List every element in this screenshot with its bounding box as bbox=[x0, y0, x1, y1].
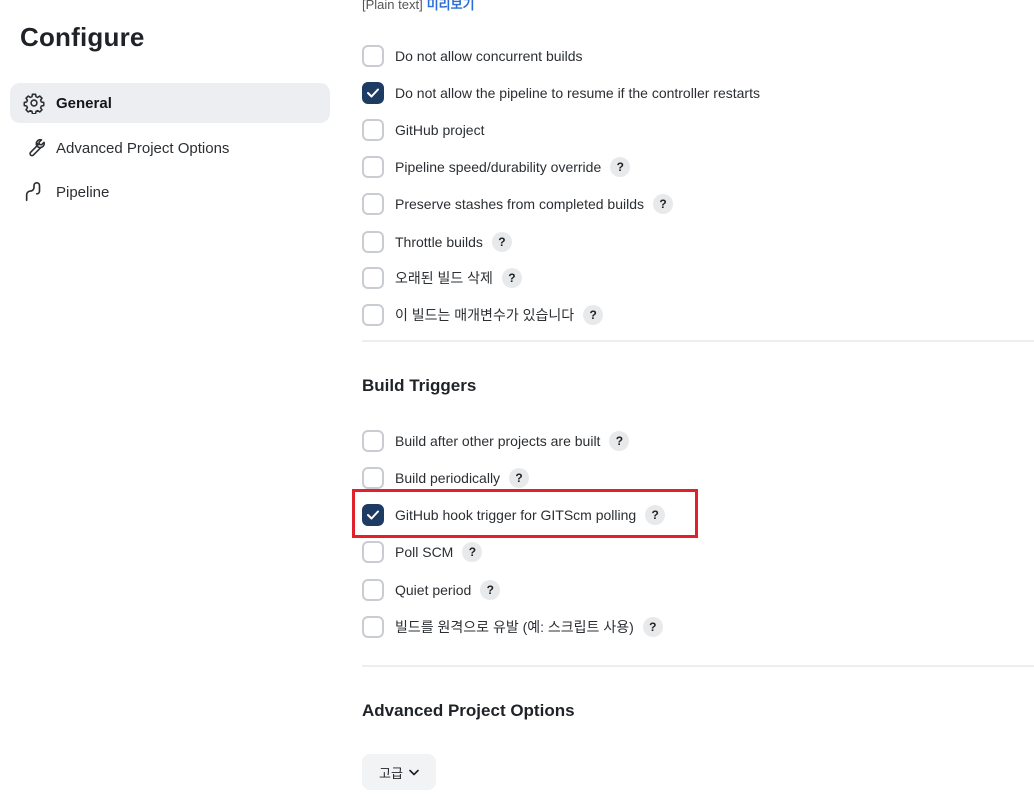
checkbox-no-resume-pipeline[interactable] bbox=[362, 82, 384, 104]
sidebar-item-label: General bbox=[56, 94, 112, 112]
checkbox-preserve-stashes[interactable] bbox=[362, 193, 384, 215]
option-row[interactable]: 빌드를 원격으로 유발 (예: 스크립트 사용) ? bbox=[362, 615, 663, 639]
plain-text-label: [Plain text] bbox=[362, 0, 423, 12]
main-content: [Plain text] 미리보기 Do not allow concurrent… bbox=[352, 0, 1034, 809]
help-icon[interactable]: ? bbox=[653, 194, 673, 214]
description-format-row: [Plain text] 미리보기 bbox=[362, 0, 475, 13]
checkbox-build-periodically[interactable] bbox=[362, 467, 384, 489]
option-row[interactable]: Build after other projects are built ? bbox=[362, 429, 630, 453]
option-label: Quiet period bbox=[395, 582, 472, 598]
checkbox-quiet-period[interactable] bbox=[362, 579, 384, 601]
section-divider bbox=[362, 665, 1034, 667]
section-divider bbox=[362, 340, 1034, 342]
help-icon[interactable]: ? bbox=[583, 305, 604, 325]
option-label: 이 빌드는 매개변수가 있습니다 bbox=[395, 307, 575, 323]
option-row[interactable]: Build periodically ? bbox=[362, 466, 530, 490]
help-icon[interactable]: ? bbox=[491, 232, 512, 252]
option-row[interactable]: Preserve stashes from completed builds ? bbox=[362, 192, 673, 216]
checkbox-pipeline-durability[interactable] bbox=[362, 156, 384, 178]
help-icon[interactable]: ? bbox=[462, 542, 483, 562]
option-label: Build after other projects are built bbox=[395, 433, 601, 449]
sidebar-item-general[interactable]: General bbox=[10, 83, 330, 123]
checkbox-no-concurrent-builds[interactable] bbox=[362, 45, 384, 67]
help-icon[interactable]: ? bbox=[645, 505, 666, 525]
option-row[interactable]: Poll SCM ? bbox=[362, 540, 483, 564]
checkbox-throttle-builds[interactable] bbox=[362, 231, 384, 253]
advanced-button[interactable]: 고급 bbox=[362, 754, 436, 790]
checkbox-parameterized[interactable] bbox=[362, 304, 384, 326]
checkbox-github-hook-trigger[interactable] bbox=[362, 504, 384, 526]
option-label: GitHub hook trigger for GITScm polling bbox=[395, 507, 637, 523]
option-row[interactable]: GitHub hook trigger for GITScm polling ? bbox=[362, 503, 666, 527]
option-row[interactable]: GitHub project bbox=[362, 118, 484, 142]
sidebar-item-label: Pipeline bbox=[56, 183, 110, 201]
checkbox-trigger-remotely[interactable] bbox=[362, 616, 384, 638]
page-title: Configure bbox=[20, 22, 145, 52]
option-row[interactable]: Do not allow concurrent builds bbox=[362, 44, 583, 68]
checkbox-discard-old-builds[interactable] bbox=[362, 267, 384, 289]
option-label: Do not allow concurrent builds bbox=[395, 48, 583, 64]
checkbox-poll-scm[interactable] bbox=[362, 541, 384, 563]
sidebar-item-label: Advanced Project Options bbox=[56, 139, 230, 157]
option-row[interactable]: Do not allow the pipeline to resume if t… bbox=[362, 81, 760, 105]
help-icon[interactable]: ? bbox=[642, 617, 663, 637]
chevron-down-icon bbox=[409, 769, 419, 776]
option-label: GitHub project bbox=[395, 122, 485, 138]
option-row[interactable]: Quiet period ? bbox=[362, 578, 501, 602]
help-icon[interactable]: ? bbox=[609, 431, 630, 451]
wrench-icon bbox=[22, 136, 46, 160]
option-label: Throttle builds bbox=[395, 234, 483, 250]
option-label: 빌드를 원격으로 유발 (예: 스크립트 사용) bbox=[395, 619, 634, 635]
pipeline-icon bbox=[22, 180, 46, 204]
option-label: Poll SCM bbox=[395, 544, 454, 560]
option-row[interactable]: 오래된 빌드 삭제 ? bbox=[362, 266, 522, 290]
section-title-build-triggers: Build Triggers bbox=[362, 376, 477, 395]
option-row[interactable]: 이 빌드는 매개변수가 있습니다 ? bbox=[362, 303, 604, 327]
option-label: Pipeline speed/durability override bbox=[395, 159, 602, 175]
gear-icon bbox=[22, 91, 46, 115]
section-title-advanced-project-options: Advanced Project Options bbox=[362, 701, 575, 720]
checkmark-icon bbox=[367, 510, 379, 520]
option-label: Build periodically bbox=[395, 470, 501, 486]
option-label: Do not allow the pipeline to resume if t… bbox=[395, 85, 760, 101]
option-label: 오래된 빌드 삭제 bbox=[395, 270, 493, 286]
checkmark-icon bbox=[367, 88, 379, 98]
sidebar: Configure General Advanced Project Optio… bbox=[0, 0, 340, 809]
advanced-button-label: 고급 bbox=[379, 765, 403, 781]
preview-link[interactable]: 미리보기 bbox=[427, 0, 475, 12]
help-icon[interactable]: ? bbox=[501, 268, 522, 288]
option-row[interactable]: Throttle builds ? bbox=[362, 230, 512, 254]
help-icon[interactable]: ? bbox=[480, 580, 501, 600]
checkbox-github-project[interactable] bbox=[362, 119, 384, 141]
help-icon[interactable]: ? bbox=[610, 157, 631, 177]
option-row[interactable]: Pipeline speed/durability override ? bbox=[362, 155, 631, 179]
checkbox-build-after-other-projects[interactable] bbox=[362, 430, 384, 452]
configure-page: Configure General Advanced Project Optio… bbox=[0, 0, 1034, 809]
sidebar-item-pipeline[interactable]: Pipeline bbox=[10, 172, 330, 212]
option-label: Preserve stashes from completed builds bbox=[395, 196, 644, 212]
help-icon[interactable]: ? bbox=[509, 468, 530, 488]
sidebar-item-advanced-project-options[interactable]: Advanced Project Options bbox=[10, 128, 330, 168]
